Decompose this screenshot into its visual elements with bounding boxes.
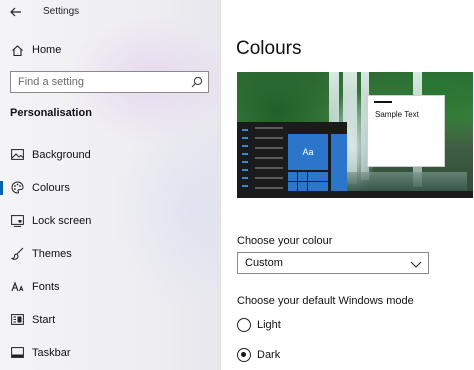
sample-window-titlebar [374,101,392,103]
taskbar-icon [10,346,24,360]
radio-light-label: Light [257,319,281,331]
back-button[interactable] [6,2,26,22]
colour-dropdown[interactable]: Custom [237,252,429,274]
brush-icon [10,247,24,261]
window-title: Settings [43,6,80,17]
search-box[interactable] [10,71,209,93]
sidebar: Settings Home Personalisation Background [0,0,221,370]
sidebar-item-themes[interactable]: Themes [0,237,221,270]
nav-list: Background Colours Lock screen Themes Fo… [0,138,221,369]
sidebar-item-background[interactable]: Background [0,138,221,171]
sample-text: Sample Text [375,110,419,119]
radio-dark-label: Dark [257,349,281,361]
start-menu-preview: Aa [237,122,347,198]
section-heading: Personalisation [10,107,92,119]
taskbar-preview [237,191,473,198]
theme-preview: Aa Sample Text [237,72,473,198]
font-icon [10,280,24,294]
sidebar-item-label: Taskbar [32,346,71,359]
choose-colour-label: Choose your colour [237,235,333,247]
nav-home-label: Home [32,44,62,56]
tile-preview: Aa [288,134,328,170]
palette-icon [10,181,24,195]
sidebar-item-taskbar[interactable]: Taskbar [0,336,221,369]
page-title: Colours [236,38,302,59]
sidebar-item-label: Lock screen [32,214,92,227]
windows-mode-label: Choose your default Windows mode [237,295,414,307]
start-menu-icons [242,129,248,193]
chevron-down-icon [410,261,422,268]
sample-window: Sample Text [367,95,445,167]
radio-button-dark[interactable] [237,348,251,362]
radio-button-light[interactable] [237,318,251,332]
picture-icon [10,148,24,162]
back-arrow-icon [10,7,21,17]
main-content: Colours Aa Sample Text Choose your colou… [222,0,474,370]
sidebar-item-colours[interactable]: Colours [0,171,221,204]
search-icon[interactable] [191,76,203,88]
home-icon [10,43,24,57]
start-icon [10,313,24,327]
sidebar-item-label: Start [32,313,56,326]
search-input[interactable] [11,73,186,91]
radio-light[interactable]: Light [237,316,437,334]
sidebar-item-label: Fonts [32,280,60,293]
colour-dropdown-value: Custom [245,257,283,269]
start-menu-list [255,127,283,197]
sidebar-item-start[interactable]: Start [0,303,221,336]
tile-wide [331,134,347,198]
radio-dark[interactable]: Dark [237,346,437,364]
selection-indicator [0,181,3,195]
nav-home[interactable]: Home [0,38,221,62]
sidebar-item-lock-screen[interactable]: Lock screen [0,204,221,237]
sidebar-item-fonts[interactable]: Fonts [0,270,221,303]
lock-screen-icon [10,214,24,228]
sidebar-item-label: Themes [32,247,72,260]
sidebar-item-label: Background [32,148,91,161]
title-bar: Settings [0,0,221,26]
sidebar-item-label: Colours [32,181,70,194]
